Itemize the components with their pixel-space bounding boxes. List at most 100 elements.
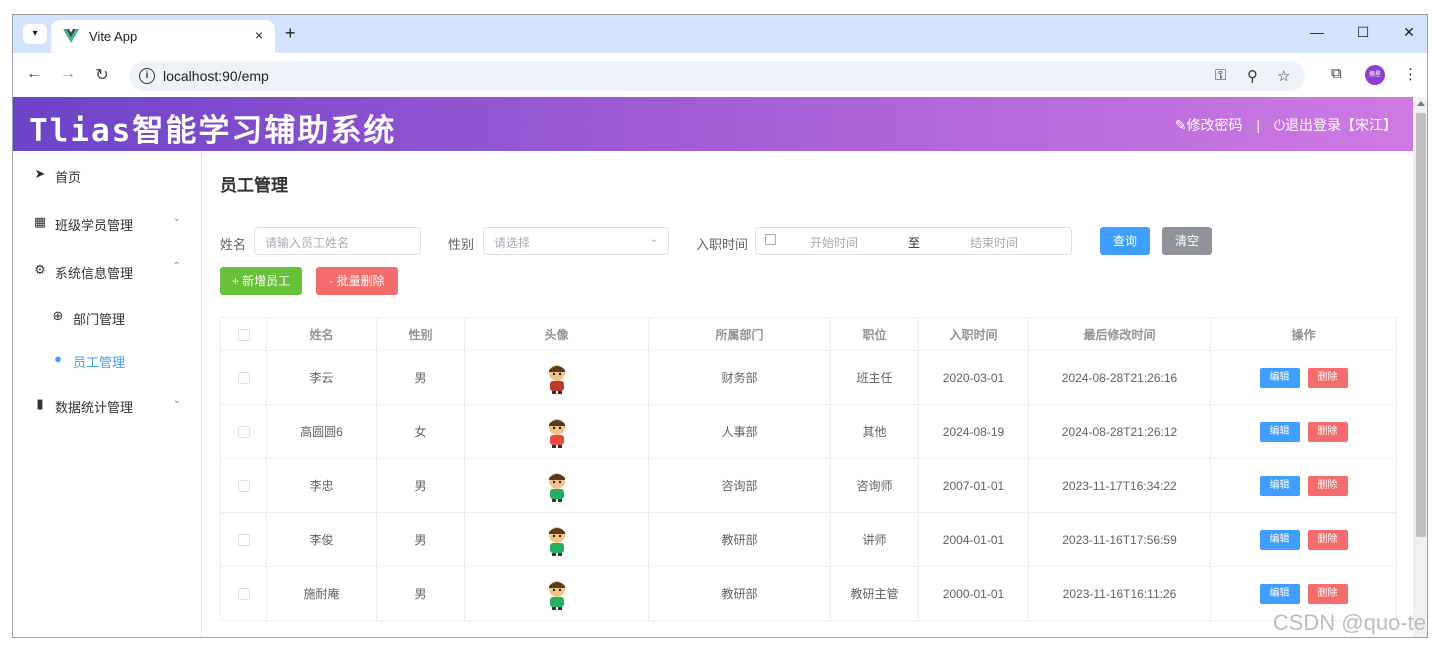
gender-select-placeholder: 请选择	[494, 236, 531, 250]
sidebar-item-label: 首页	[55, 170, 82, 185]
employee-entry-date-cell: 2020-03-01	[918, 350, 1029, 405]
browser-tab[interactable]: Vite App ×	[51, 20, 275, 53]
employee-job-cell: 其他	[830, 404, 919, 459]
employee-job-cell: 班主任	[830, 350, 919, 405]
user-icon: ●	[54, 351, 62, 366]
delete-button[interactable]: 删除	[1307, 529, 1348, 550]
start-date-placeholder[interactable]: 开始时间	[810, 234, 858, 251]
clear-button[interactable]: 清空	[1162, 227, 1212, 255]
tab-search-button[interactable]: ▾	[23, 24, 47, 44]
sidebar-item-employee[interactable]: ● 员工管理	[13, 336, 201, 384]
reload-icon[interactable]: ↻	[93, 65, 111, 85]
select-all-checkbox-cell[interactable]	[220, 317, 267, 351]
range-separator: 至	[908, 236, 921, 250]
row-checkbox-cell[interactable]	[220, 458, 267, 513]
sidebar-item-home[interactable]: ➤ 首页	[13, 151, 201, 199]
name-input-placeholder: 请输入员工姓名	[265, 236, 350, 250]
employee-avatar	[548, 472, 565, 502]
column-header: 操作	[1210, 317, 1397, 351]
row-checkbox[interactable]	[237, 588, 250, 601]
csdn-watermark: CSDN @quo-te	[1272, 610, 1426, 635]
employee-gender-cell: 男	[376, 350, 465, 405]
delete-button[interactable]: 删除	[1307, 475, 1348, 496]
row-checkbox[interactable]	[237, 534, 250, 547]
employee-name-cell: 李忠	[266, 458, 377, 513]
add-employee-button[interactable]: + 新增员工	[220, 267, 302, 295]
employee-dept-cell: 教研部	[648, 566, 831, 621]
main-content: 员工管理 姓名 请输入员工姓名 性别 请选择 ⌄ 入职时间 开始时间 至 结束时…	[202, 151, 1413, 637]
gender-select[interactable]: 请选择 ⌄	[483, 227, 669, 255]
chevron-down-icon: ⌄	[172, 395, 181, 406]
new-tab-button[interactable]: +	[285, 23, 296, 44]
minimize-button[interactable]: —	[1307, 24, 1327, 40]
column-header: 最后修改时间	[1028, 317, 1211, 351]
row-checkbox-cell[interactable]	[220, 404, 267, 459]
site-info-icon[interactable]: i	[139, 68, 155, 84]
select-all-checkbox[interactable]	[237, 328, 250, 341]
sidebar-item-statistics[interactable]: ▮ 数据统计管理 ⌄	[13, 381, 201, 429]
change-password-link[interactable]: ✎ 修改密码	[1175, 115, 1243, 135]
edit-button[interactable]: 编辑	[1259, 529, 1300, 550]
delete-button[interactable]: 删除	[1307, 367, 1348, 388]
back-icon[interactable]: ←	[25, 65, 43, 83]
edit-button[interactable]: 编辑	[1259, 475, 1300, 496]
zoom-icon[interactable]: ⚲	[1247, 67, 1258, 85]
column-header: 姓名	[266, 317, 377, 351]
sidebar-item-department[interactable]: ⊕ 部门管理	[13, 293, 201, 341]
maximize-button[interactable]: ☐	[1353, 24, 1373, 41]
employee-avatar	[548, 580, 565, 610]
edit-button[interactable]: 编辑	[1259, 421, 1300, 442]
tab-strip: ▾ Vite App × + — ☐ ✕	[13, 15, 1427, 53]
column-header: 头像	[464, 317, 649, 351]
page-scrollbar[interactable]	[1413, 97, 1427, 637]
key-icon[interactable]: ⚿	[1215, 67, 1226, 84]
app-header: Tlias智能学习辅助系统 ✎ 修改密码 | ⏻ 退出登录【宋江】	[13, 97, 1413, 151]
employee-avatar-cell	[464, 458, 649, 513]
logout-link[interactable]: ⏻ 退出登录【宋江】	[1274, 115, 1397, 135]
name-input[interactable]: 请输入员工姓名	[254, 227, 421, 255]
date-range-picker[interactable]: 开始时间 至 结束时间	[755, 227, 1072, 255]
address-bar[interactable]: i localhost:90/emp ⚿ ⚲ ☆	[129, 61, 1305, 91]
extensions-icon[interactable]: ⧉	[1331, 65, 1342, 82]
column-header: 所属部门	[648, 317, 831, 351]
profile-avatar[interactable]: 摘星	[1365, 65, 1385, 85]
employee-gender-cell: 男	[376, 512, 465, 567]
circle-plus-icon: ⊕	[52, 308, 64, 323]
row-checkbox[interactable]	[237, 426, 250, 439]
row-checkbox-cell[interactable]	[220, 512, 267, 567]
row-checkbox-cell[interactable]	[220, 350, 267, 405]
calendar-icon	[765, 234, 776, 245]
edit-icon: ✎	[1174, 117, 1187, 133]
employee-dept-cell: 人事部	[648, 404, 831, 459]
more-menu-icon[interactable]: ⋮	[1403, 65, 1418, 83]
row-checkbox-cell[interactable]	[220, 566, 267, 621]
sidebar-item-class-student[interactable]: ▦ 班级学员管理 ⌄	[13, 199, 201, 247]
forward-icon[interactable]: →	[59, 65, 77, 83]
page-title: 员工管理	[220, 176, 288, 195]
end-date-placeholder[interactable]: 结束时间	[970, 234, 1018, 251]
table-header-row: 姓名 性别 头像 所属部门 职位 入职时间 最后修改时间 操作	[220, 317, 1397, 351]
bookmark-star-icon[interactable]: ☆	[1277, 67, 1290, 85]
delete-button[interactable]: 删除	[1307, 583, 1348, 604]
delete-button[interactable]: 删除	[1307, 421, 1348, 442]
scroll-thumb[interactable]	[1416, 113, 1426, 537]
sidebar-item-system-info[interactable]: ⚙ 系统信息管理 ⌃	[13, 247, 201, 295]
scroll-up-arrow-icon[interactable]	[1417, 101, 1425, 106]
row-actions-cell: 编辑 删除	[1210, 512, 1397, 567]
grid-icon: ▦	[33, 214, 47, 229]
row-actions-cell: 编辑 删除	[1210, 404, 1397, 459]
edit-button[interactable]: 编辑	[1259, 583, 1300, 604]
employee-name-cell: 施耐庵	[266, 566, 377, 621]
row-actions-cell: 编辑 删除	[1210, 350, 1397, 405]
employee-updated-cell: 2023-11-17T16:34:22	[1028, 458, 1211, 513]
row-checkbox[interactable]	[237, 480, 250, 493]
query-button[interactable]: 查询	[1100, 227, 1150, 255]
edit-button[interactable]: 编辑	[1259, 367, 1300, 388]
tab-close-icon[interactable]: ×	[255, 27, 263, 43]
batch-delete-button[interactable]: - 批量删除	[316, 267, 398, 295]
url-text[interactable]: localhost:90/emp	[163, 68, 269, 84]
row-checkbox[interactable]	[237, 372, 250, 385]
gender-filter-label: 性别	[448, 237, 475, 252]
close-window-button[interactable]: ✕	[1399, 24, 1419, 41]
send-icon: ➤	[34, 166, 46, 181]
